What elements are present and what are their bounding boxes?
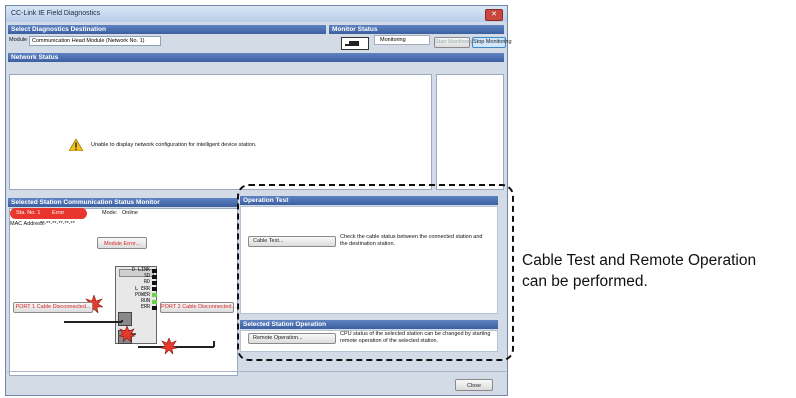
mode-value: Online (122, 210, 138, 216)
highlight-callout-box (237, 184, 514, 361)
station-monitor-header: Selected Station Communication Status Mo… (8, 198, 238, 207)
module-error-button[interactable]: Module Error... (97, 237, 147, 249)
station-number: Sta. No. 1 (16, 210, 41, 216)
led-indicator (152, 287, 157, 292)
destination-header: Select Diagnostics Destination (8, 25, 326, 34)
port1-connector-error-icon (119, 326, 135, 342)
warning-icon (69, 139, 83, 151)
led-indicator (152, 280, 157, 285)
led-indicator (152, 268, 157, 273)
led-indicator (152, 293, 157, 298)
module-field[interactable]: Communication Head Module (Network No. 1… (29, 36, 161, 46)
led-label: RD (143, 279, 150, 286)
port1-disconnected-button[interactable]: PORT 1 Cable Disconnected... (13, 302, 93, 313)
annotation-line1: Cable Test and Remote Operation (522, 252, 757, 269)
start-monitoring-button[interactable]: Start Monitoring (434, 37, 474, 48)
monitoring-status-text: Monitoring (380, 37, 406, 43)
port2-disconnected-button[interactable]: PORT 2 Cable Disconnected... (160, 302, 236, 313)
led-indicator (152, 274, 157, 279)
footer-divider (7, 371, 506, 372)
network-status-header: Network Status (8, 53, 504, 62)
network-side-panel (436, 74, 504, 190)
window-close-icon[interactable]: ✕ (485, 9, 503, 21)
monitor-indicator-icon (341, 37, 369, 50)
module-label: Module (9, 37, 28, 43)
mode-label: Mode: (102, 210, 118, 216)
led-label: SD (143, 273, 150, 280)
station-status-badge[interactable]: Sta. No. 1 Error (10, 208, 87, 219)
mac-value: **-**-**-**-**-** (40, 221, 75, 227)
close-button[interactable]: Close (455, 379, 493, 391)
network-message: Unable to display network configuration … (91, 142, 257, 148)
stop-monitoring-button[interactable]: Stop Monitoring (472, 37, 512, 48)
led-label: POWER (134, 291, 150, 298)
monitor-status-header: Monitor Status (329, 25, 504, 34)
network-status-panel: Unable to display network configuration … (9, 74, 432, 190)
station-state: Error (52, 210, 65, 216)
monitoring-status-field: Monitoring (374, 35, 430, 45)
window-title: CC-Link IE Field Diagnostics (11, 10, 101, 17)
led-label: D LINK (131, 267, 150, 273)
port2-error-burst-icon (161, 338, 177, 354)
annotation-line2: can be performed. (522, 273, 648, 290)
title-bar: CC-Link IE Field Diagnostics ✕ (6, 6, 507, 22)
led-label: L ERR (134, 285, 150, 292)
